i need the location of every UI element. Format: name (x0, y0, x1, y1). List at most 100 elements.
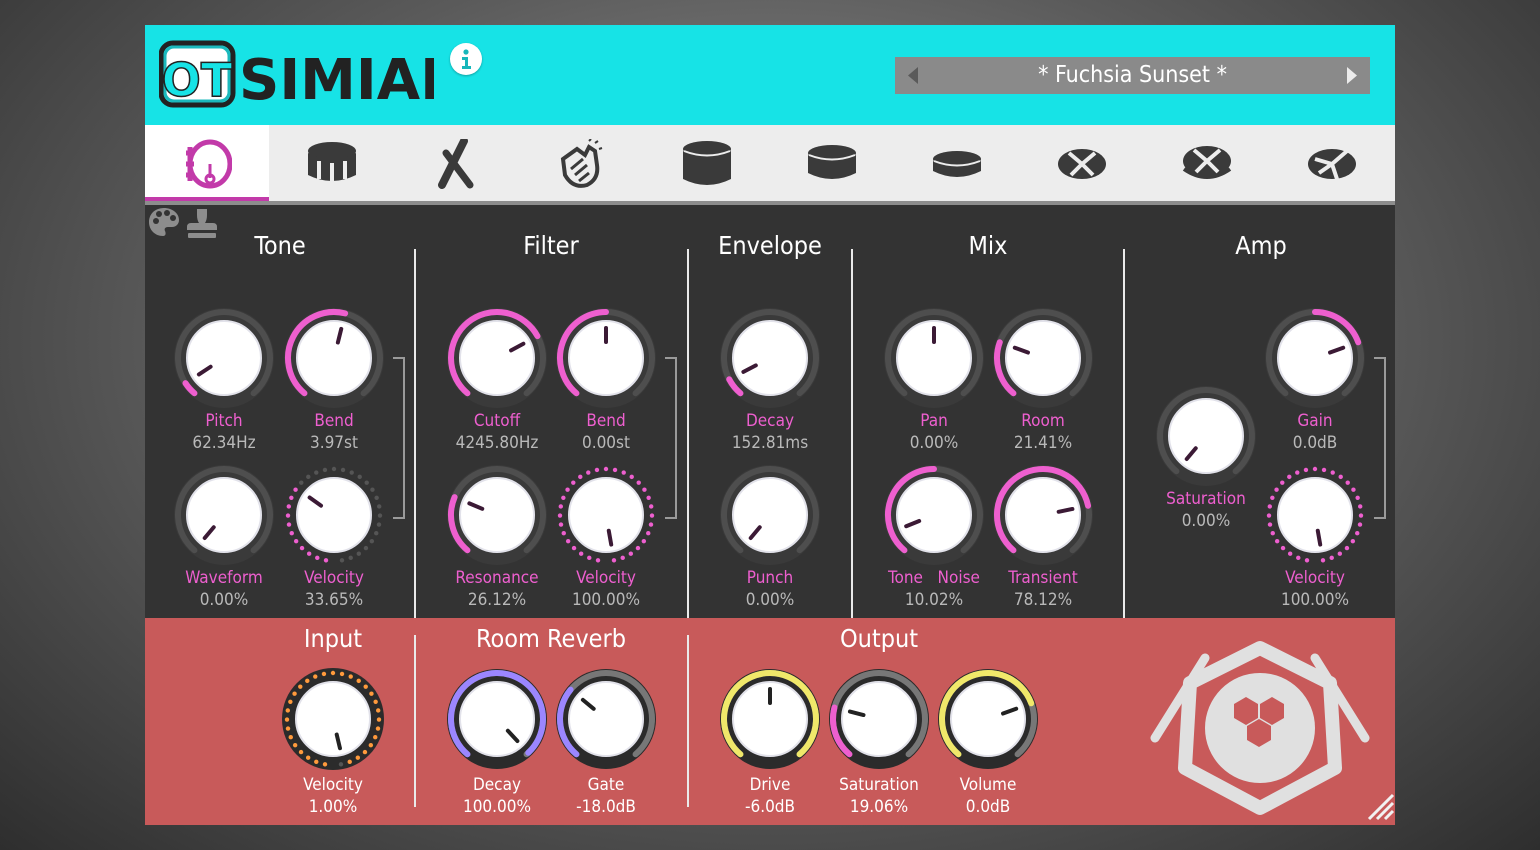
hihat-open-icon (1182, 146, 1232, 179)
section-divider (851, 249, 853, 624)
pitch-knob[interactable] (169, 303, 279, 413)
knob-value: 100.00% (571, 590, 641, 610)
section-divider (414, 249, 416, 624)
triangle-right-icon (1347, 67, 1357, 84)
knob-value: -18.0dB (576, 797, 636, 817)
preset-name[interactable]: * Fuchsia Sunset * (935, 57, 1330, 94)
knob-label: Saturation (1166, 489, 1246, 509)
tab-tom-mid[interactable] (770, 125, 894, 201)
knob-value: 1.00% (308, 797, 358, 817)
env-decay-knob[interactable] (715, 303, 825, 413)
knob-value: 0.0dB (1292, 433, 1338, 453)
tone-label: Tone (888, 568, 923, 588)
filter-bend-knob[interactable] (551, 303, 661, 413)
triangle-left-icon (908, 67, 918, 84)
knob-graphic (447, 669, 547, 769)
filter-velocity-knob[interactable] (551, 460, 661, 570)
section-title-filter: Filter (523, 231, 579, 260)
knob-graphic (285, 466, 383, 563)
section-title-room-reverb: Room Reverb (475, 624, 627, 653)
knob-label: Bend (586, 411, 626, 431)
punch-knob[interactable] (715, 460, 825, 570)
knob-label: Gain (1297, 411, 1333, 431)
info-icon (462, 49, 471, 69)
volume-knob[interactable] (933, 664, 1043, 774)
snare-drum-icon (308, 142, 356, 181)
tab-clap[interactable] (520, 125, 644, 201)
knob-value: 152.81ms (731, 433, 809, 453)
knob-graphic (993, 465, 1093, 565)
knob-graphic (1266, 466, 1364, 563)
global-panel: Input Room Reverb Output Velocity 1.00% … (145, 618, 1395, 825)
output-saturation-knob[interactable] (824, 664, 934, 774)
pan-knob[interactable] (879, 303, 989, 413)
section-divider (414, 635, 416, 807)
synth-panel: Tone Filter Envelope Mix Amp Pitch 62.34… (145, 205, 1395, 624)
gate-knob[interactable] (551, 664, 661, 774)
knob-value: 78.12% (1013, 590, 1073, 610)
input-velocity-knob[interactable] (278, 664, 388, 774)
preset-prev-button[interactable] (895, 57, 931, 94)
tab-hihat-open[interactable] (1145, 125, 1269, 201)
knob-graphic (829, 669, 929, 769)
knob-graphic (884, 308, 984, 408)
section-title-mix: Mix (968, 231, 1008, 260)
info-button[interactable] (450, 43, 482, 75)
knob-graphic (720, 308, 820, 408)
section-divider (687, 249, 689, 624)
amp-velocity-knob[interactable] (1260, 460, 1370, 570)
drive-knob[interactable] (715, 664, 825, 774)
tom-low-icon (933, 151, 981, 177)
knob-graphic (556, 308, 656, 408)
tone-bend-knob[interactable] (279, 303, 389, 413)
room-knob[interactable] (988, 303, 1098, 413)
app-logo: OT SIMIAN (158, 39, 467, 117)
knob-label: Room (1021, 411, 1065, 431)
knob-label: Gate (587, 775, 625, 795)
knob-graphic (556, 669, 656, 769)
knob-graphic (884, 465, 984, 565)
knob-value: 0.00% (1181, 511, 1231, 531)
gain-knob[interactable] (1260, 303, 1370, 413)
clap-hands-icon (560, 139, 603, 188)
tab-rim[interactable] (395, 125, 519, 201)
tab-kick[interactable] (145, 125, 269, 201)
knob-graphic (938, 669, 1038, 769)
knob-value: 0.00% (745, 590, 795, 610)
tab-tom-low[interactable] (895, 125, 1019, 201)
resonance-knob[interactable] (442, 460, 552, 570)
tab-tom-high[interactable] (645, 125, 769, 201)
knob-graphic (447, 465, 547, 565)
resize-grip-icon (1367, 793, 1395, 821)
tone-noise-knob[interactable] (879, 460, 989, 570)
palette-icon (149, 208, 179, 236)
knob-value: 3.97st (309, 433, 358, 453)
reverb-decay-knob[interactable] (442, 664, 552, 774)
kick-drum-icon (186, 139, 232, 189)
tom-mid-icon (808, 145, 856, 179)
knob-label: Punch (746, 568, 794, 588)
drumsticks-icon (438, 139, 474, 189)
tone-velocity-knob[interactable] (279, 460, 389, 570)
knob-value: 0.00st (581, 433, 630, 453)
knob-label: Velocity (304, 568, 364, 588)
resize-grip[interactable] (1363, 789, 1395, 825)
theme-button[interactable] (147, 205, 181, 243)
tab-cymbal[interactable] (1270, 125, 1394, 201)
preset-selector[interactable]: * Fuchsia Sunset * (895, 57, 1370, 94)
brand-hexagon-logo (1145, 628, 1375, 822)
tom-high-icon (683, 141, 731, 185)
knob-value: 0.0dB (965, 797, 1011, 817)
plugin-window: OT SIMIAN * Fuchsia Sunset * (145, 25, 1395, 825)
logo-text: OT (162, 53, 233, 107)
transient-knob[interactable] (988, 460, 1098, 570)
knob-value: 33.65% (304, 590, 364, 610)
tab-snare[interactable] (270, 125, 394, 201)
waveform-knob[interactable] (169, 460, 279, 570)
tab-hihat-closed[interactable] (1020, 125, 1144, 201)
preset-next-button[interactable] (1334, 57, 1370, 94)
drum-tab-bar (145, 125, 1395, 201)
knob-label: Velocity (303, 775, 363, 795)
knob-label: Volume (959, 775, 1017, 795)
cutoff-knob[interactable] (442, 303, 552, 413)
